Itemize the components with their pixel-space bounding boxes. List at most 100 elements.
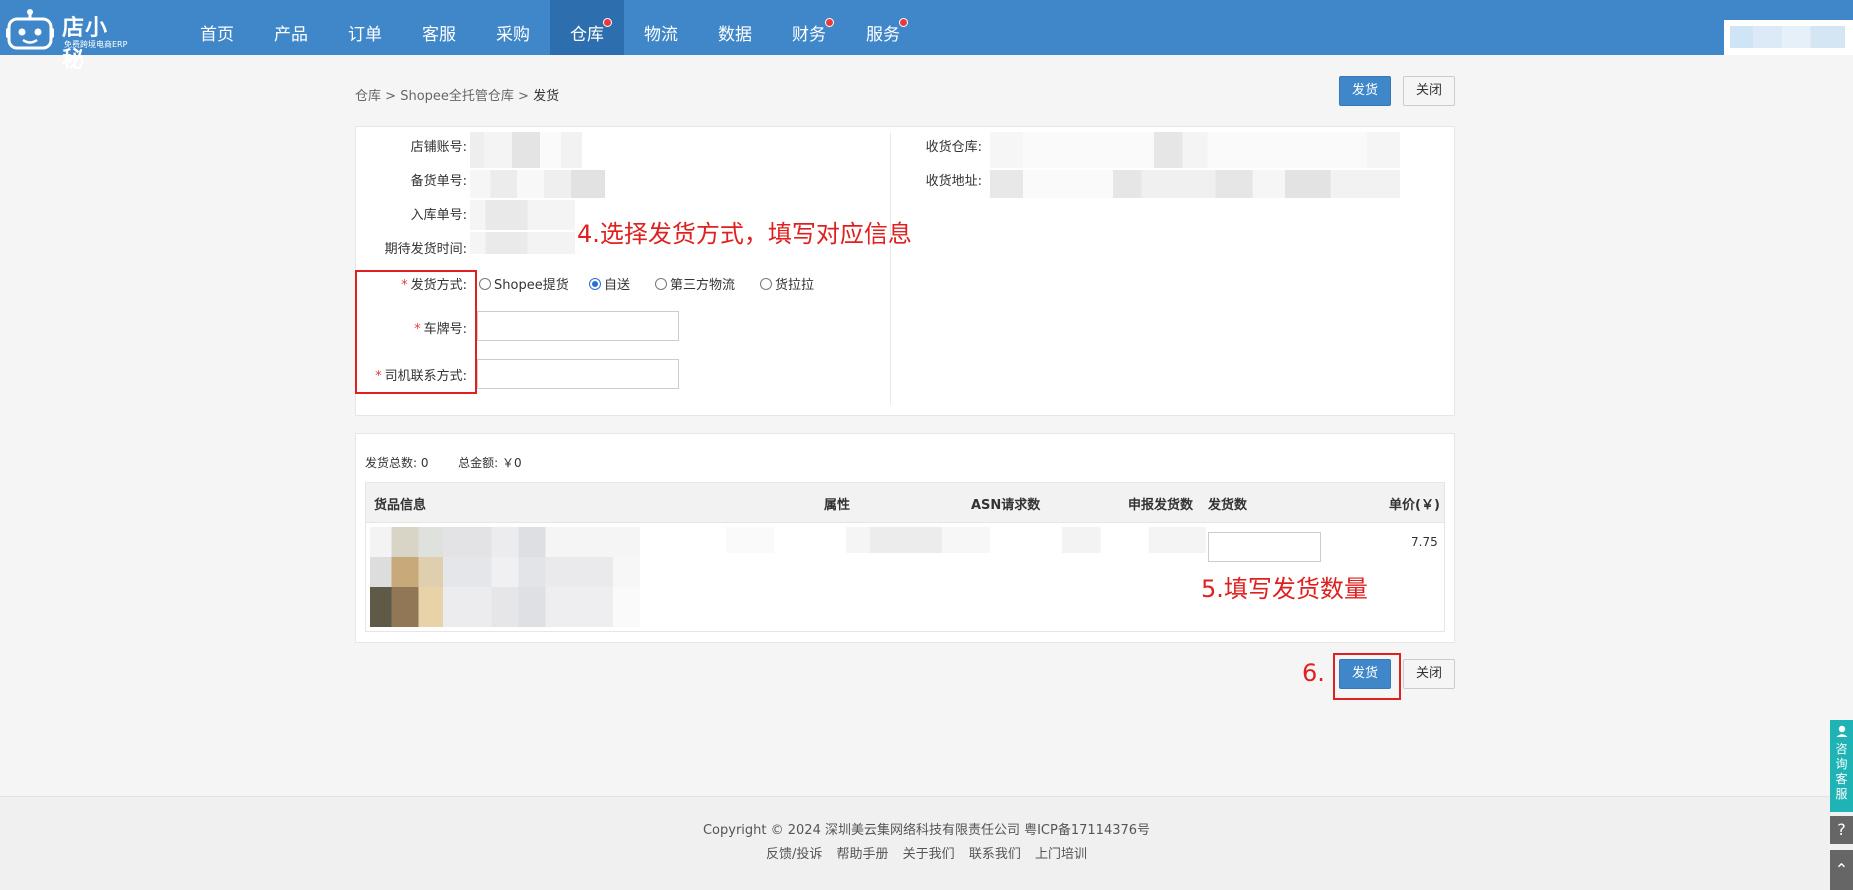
receive-warehouse-value-redacted [990, 132, 1400, 168]
radio-circle [760, 277, 772, 290]
user-name-redacted [1730, 26, 1845, 48]
arrow-up-icon[interactable]: ⌃ [1830, 850, 1853, 890]
nav-item-label: 客服 [422, 25, 456, 45]
breadcrumb-separator: > [518, 89, 529, 104]
radio-circle-checked [589, 277, 601, 290]
consult-service-button[interactable]: 咨询客服 [1830, 720, 1853, 812]
nav-item-label: 采购 [496, 25, 530, 45]
shop-account-value-redacted [470, 132, 610, 168]
ship-qty-input[interactable] [1208, 532, 1321, 562]
nav-item-label: 产品 [274, 25, 308, 45]
robot-logo-icon [6, 9, 54, 50]
panel-divider [890, 133, 891, 405]
consult-label: 咨询客服 [1835, 742, 1848, 801]
stock-order-label: 备货单号: [410, 174, 467, 189]
radio-circle [479, 277, 491, 290]
user-account-box[interactable] [1724, 20, 1853, 55]
nav-item-3[interactable]: 客服 [402, 0, 476, 55]
nav-item-4[interactable]: 采购 [476, 0, 550, 55]
breadcrumb-shopee-warehouse[interactable]: Shopee全托管仓库 [400, 89, 514, 104]
radio-label: 货拉拉 [775, 278, 815, 293]
total-amount-label: 总金额: [458, 456, 499, 470]
radio-label: 自送 [604, 278, 631, 293]
stock-order-value-redacted [470, 170, 605, 198]
close-button-bottom[interactable]: 关闭 [1403, 659, 1455, 689]
annotation-step5: 5.填写发货数量 [1201, 575, 1368, 603]
expected-ship-time-label: 期待发货时间: [384, 242, 467, 257]
headset-icon [1836, 725, 1847, 737]
nav-item-0[interactable]: 首页 [180, 0, 254, 55]
breadcrumb: 仓库 > Shopee全托管仓库 > 发货 [355, 85, 559, 104]
total-qty-label: 发货总数: [365, 456, 418, 470]
table-header: 货品信息 属性 ASN请求数 申报发货数 发货数 单价(￥) [366, 483, 1444, 523]
th-unit-price: 单价(￥) [1389, 498, 1440, 513]
nav-item-9[interactable]: 服务 [846, 0, 920, 55]
radio-label: 第三方物流 [670, 278, 736, 293]
th-ship-qty: 发货数 [1208, 498, 1248, 513]
th-goods-info: 货品信息 [374, 498, 427, 513]
footer-link-about[interactable]: 关于我们 [903, 847, 955, 862]
nav-item-label: 服务 [866, 25, 900, 45]
nav-item-8[interactable]: 财务 [772, 0, 846, 55]
ship-method-self-delivery[interactable]: 自送 [589, 274, 630, 293]
th-asn-requested: ASN请求数 [971, 498, 1041, 513]
radio-label: Shopee提货 [494, 278, 569, 293]
unit-price-value: 7.75 [1411, 535, 1438, 549]
notification-dot [603, 18, 612, 27]
copyright-text: Copyright © 2024 深圳美云集网络科技有限责任公司 粤ICP备17… [702, 823, 1151, 838]
annotation-step6: 6. [1302, 659, 1325, 687]
breadcrumb-current: 发货 [533, 89, 560, 104]
close-button-top[interactable]: 关闭 [1403, 76, 1455, 106]
footer-link-feedback[interactable]: 反馈/投诉 [766, 847, 822, 862]
nav-item-label: 订单 [348, 25, 382, 45]
th-declared-qty: 申报发货数 [1128, 498, 1194, 513]
goods-image-redacted [370, 527, 670, 627]
top-navbar: 店小秘 免费跨境电商ERP 首页 产品 订单 客服 采购 仓库 物流 数据 财务 服务 [0, 0, 1853, 73]
nav-item-5[interactable]: 仓库 [550, 0, 624, 55]
annotation-box-step4 [355, 270, 477, 394]
question-icon[interactable]: ? [1830, 816, 1853, 844]
nav-item-6[interactable]: 物流 [624, 0, 698, 55]
inbound-order-label: 入库单号: [410, 208, 467, 223]
ship-button-bottom[interactable]: 发货 [1339, 659, 1391, 689]
footer-link-training[interactable]: 上门培训 [1035, 847, 1087, 862]
logo-subtitle: 免费跨境电商ERP [64, 40, 128, 49]
th-attributes: 属性 [824, 498, 851, 513]
logo[interactable]: 店小秘 免费跨境电商ERP [6, 4, 128, 73]
driver-contact-input[interactable] [477, 359, 679, 389]
total-amount-value: ￥0 [502, 456, 522, 470]
nav-item-label: 数据 [718, 25, 752, 45]
nav-item-7[interactable]: 数据 [698, 0, 772, 55]
receive-address-label: 收货地址: [925, 174, 982, 189]
ship-method-third-party[interactable]: 第三方物流 [655, 274, 735, 293]
nav-item-label: 首页 [200, 25, 234, 45]
receive-warehouse-label: 收货仓库: [925, 140, 982, 155]
nav-item-2[interactable]: 订单 [328, 0, 402, 55]
goods-table: 货品信息 属性 ASN请求数 申报发货数 发货数 单价(￥) 7.75 [365, 482, 1445, 632]
total-qty-value: 0 [420, 456, 429, 470]
footer-link-help[interactable]: 帮助手册 [837, 847, 889, 862]
breadcrumb-warehouse[interactable]: 仓库 [355, 89, 381, 104]
main-nav: 首页 产品 订单 客服 采购 仓库 物流 数据 财务 服务 [180, 0, 920, 55]
summary: 发货总数: 0 总金额: ￥0 [365, 454, 522, 471]
inbound-order-value-redacted [470, 200, 575, 230]
receive-address-value-redacted [990, 170, 1400, 198]
nav-item-label: 物流 [644, 25, 678, 45]
nav-item-label: 仓库 [570, 25, 604, 45]
plate-number-input[interactable] [477, 311, 679, 341]
annotation-step4: 4.选择发货方式，填写对应信息 [577, 220, 912, 248]
ship-method-shopee-pickup[interactable]: Shopee提货 [479, 274, 569, 293]
footer-links: 反馈/投诉 帮助手册 关于我们 联系我们 上门培训 [0, 843, 1853, 862]
shop-account-label: 店铺账号: [410, 140, 467, 155]
nav-item-1[interactable]: 产品 [254, 0, 328, 55]
radio-circle [655, 277, 667, 290]
notification-dot [899, 18, 908, 27]
footer-link-contact[interactable]: 联系我们 [969, 847, 1021, 862]
notification-dot [825, 18, 834, 27]
breadcrumb-separator: > [385, 89, 397, 104]
goods-attributes-redacted [726, 527, 1206, 553]
ship-button-top[interactable]: 发货 [1339, 76, 1391, 106]
expected-ship-time-value-redacted [470, 232, 575, 254]
footer: Copyright © 2024 深圳美云集网络科技有限责任公司 粤ICP备17… [0, 796, 1853, 890]
ship-method-lalamove[interactable]: 货拉拉 [760, 274, 814, 293]
